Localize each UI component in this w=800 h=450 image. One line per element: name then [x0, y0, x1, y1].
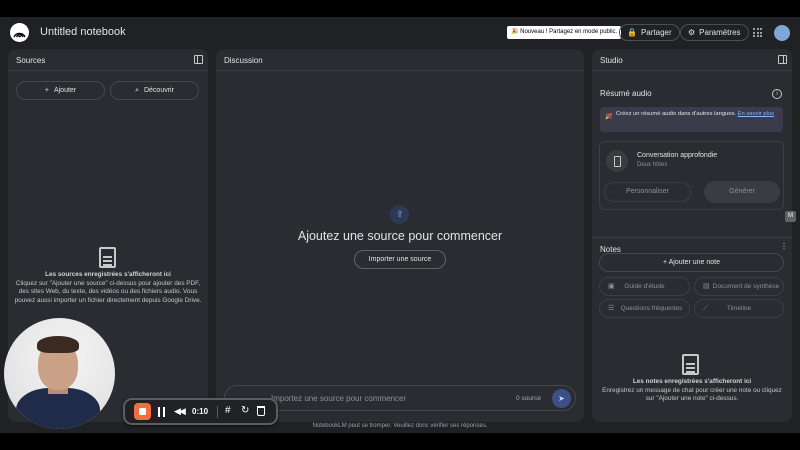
settings-label: Paramètres	[699, 28, 741, 37]
studio-title: Studio	[600, 56, 623, 65]
sources-title: Sources	[16, 56, 46, 65]
share-label: Partager	[640, 28, 672, 37]
deep-dive-title: Conversation approfondie	[637, 152, 718, 159]
add-source-label: Ajouter	[53, 87, 77, 94]
audio-overview-title: Résumé audio	[600, 89, 652, 98]
divider	[8, 70, 208, 71]
notes-empty-body: Enregistrez un message de chat pour crée…	[602, 386, 782, 403]
sources-empty-body: Cliquez sur "Ajouter une source" ci-dess…	[14, 279, 202, 304]
generate-button[interactable]: Générer	[704, 181, 780, 203]
learn-more-link[interactable]: En savoir plus	[738, 111, 774, 117]
more-options-icon[interactable]: ⋮	[780, 243, 788, 251]
discover-icon: ⌕	[135, 86, 139, 94]
info-icon[interactable]: i	[772, 89, 782, 99]
sources-empty-title: Les sources enregistrées s'afficheront i…	[45, 271, 171, 278]
faq-icon: ☰	[608, 305, 615, 312]
sources-empty-state: Les sources enregistrées s'afficheront i…	[14, 271, 202, 305]
deep-dive-hosts: Deux hôtes	[637, 162, 668, 168]
timeline-icon: ⟋	[703, 305, 708, 312]
settings-button[interactable]: ⚙ Paramètres	[680, 24, 749, 41]
audio-file-icon	[606, 150, 628, 172]
side-extension-icon[interactable]: M	[785, 211, 796, 222]
avatar[interactable]	[774, 25, 790, 41]
add-note-button[interactable]: + Ajouter une note	[599, 253, 784, 272]
promo-text: Créez un résumé audio dans d'autres lang…	[616, 111, 737, 117]
footer-disclaimer: NotebookLM peut se tromper. Veuillez don…	[312, 423, 488, 429]
stop-recording-icon[interactable]	[134, 403, 151, 420]
notes-empty-title: Les notes enregistrées s'afficheront ici	[632, 378, 752, 385]
announcement-banner[interactable]: 🎉 Nouveau ! Partagez en mode public.	[507, 26, 622, 39]
source-count: 0 source	[516, 395, 541, 402]
discover-label: Découvrir	[143, 87, 174, 94]
divider	[217, 406, 218, 418]
document-icon	[99, 247, 116, 268]
notes-document-icon	[682, 354, 699, 375]
study-guide-icon: ▣	[608, 283, 615, 290]
divider	[592, 70, 792, 71]
collapse-panel-icon[interactable]	[194, 55, 203, 64]
rewind-icon[interactable]: ◀◀	[174, 406, 186, 417]
discussion-title: Discussion	[224, 56, 263, 65]
lock-icon: 🔒	[627, 28, 637, 37]
gear-icon: ⚙	[688, 28, 696, 37]
plus-icon: +	[44, 87, 49, 94]
notes-empty-state: Les notes enregistrées s'afficheront ici…	[598, 378, 786, 404]
draw-icon[interactable]: #	[225, 405, 231, 416]
apps-grid-icon[interactable]	[753, 28, 762, 37]
top-bar: Untitled notebook 🎉 Nouveau ! Partagez e…	[0, 17, 800, 49]
briefing-doc-button[interactable]: ▤ Document de synthèse	[694, 277, 784, 296]
trash-icon[interactable]	[257, 406, 265, 416]
collapse-panel-icon[interactable]	[778, 55, 787, 64]
webcam-overlay[interactable]	[4, 318, 115, 429]
study-guide-button[interactable]: ▣ Guide d'étude	[599, 277, 690, 296]
import-source-button[interactable]: Importer une source	[354, 250, 446, 269]
customize-button[interactable]: Personnaliser	[604, 182, 691, 202]
faq-button[interactable]: ☰ Questions fréquentes	[599, 299, 690, 318]
restart-icon[interactable]: ↻	[241, 405, 249, 416]
notebooklm-app: Untitled notebook 🎉 Nouveau ! Partagez e…	[0, 17, 800, 433]
add-source-button[interactable]: + Ajouter	[16, 81, 105, 100]
recording-toolbar: ◀◀ 0:10 # ↻	[123, 398, 278, 425]
briefing-doc-label: Document de synthèse	[712, 282, 780, 290]
send-icon[interactable]: ➤	[552, 389, 571, 408]
notebooklm-logo-icon[interactable]	[10, 23, 29, 42]
share-button[interactable]: 🔒 Partager	[619, 24, 680, 41]
pause-icon[interactable]	[158, 407, 165, 417]
discussion-heading: Ajoutez une source pour commencer	[297, 229, 503, 243]
timeline-label: Timeline	[726, 304, 752, 312]
divider	[592, 237, 792, 238]
deep-dive-card: Conversation approfondie Deux hôtes Pers…	[599, 141, 784, 210]
audio-promo-banner: 🎉 Créez un résumé audio dans d'autres la…	[600, 107, 783, 132]
recording-timer: 0:10	[192, 407, 209, 416]
add-note-label: Ajouter une note	[668, 259, 721, 266]
upload-icon: ⇪	[390, 205, 409, 224]
study-guide-label: Guide d'étude	[624, 282, 665, 290]
faq-label: Questions fréquentes	[620, 304, 683, 312]
briefing-doc-icon: ▤	[703, 283, 710, 290]
sparkle-icon: 🎉	[605, 114, 613, 120]
plus-icon: +	[662, 259, 668, 266]
divider	[216, 70, 584, 71]
timeline-button[interactable]: ⟋ Timeline	[694, 299, 784, 318]
discover-button[interactable]: ⌕ Découvrir	[110, 81, 199, 100]
chat-input-placeholder: Importez une source pour commencer	[271, 394, 407, 403]
notebook-title[interactable]: Untitled notebook	[40, 26, 126, 38]
webcam-person-body	[16, 388, 100, 429]
webcam-person-hair	[37, 336, 79, 353]
